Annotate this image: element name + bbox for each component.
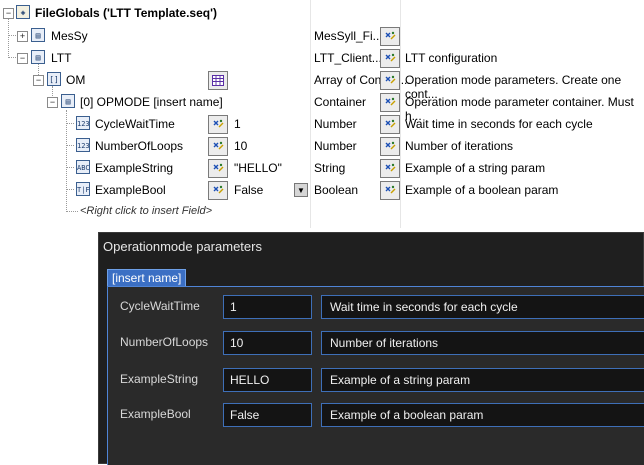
tree-row-examplebool[interactable]: T|F ExampleBool False ▼ Boolean Example … [0, 179, 644, 201]
expression-icon [213, 185, 224, 194]
array-icon: [] [47, 72, 61, 86]
edit-expression-button[interactable] [380, 49, 400, 68]
expression-icon [213, 163, 224, 172]
description-cell: Example of a boolean param [405, 183, 559, 197]
type-cell: Number [314, 139, 357, 153]
edit-expression-button[interactable] [380, 181, 400, 200]
type-cell: Number [314, 117, 357, 131]
description-cell: Wait time in seconds for each cycle [405, 117, 593, 131]
tree-row-numberofloops[interactable]: 123 NumberOfLoops 10 Number Number of it… [0, 135, 644, 157]
insert-field-hint[interactable]: <Right click to insert Field> [80, 205, 212, 217]
tree-item-label: CycleWaitTime [95, 117, 175, 131]
tree-row-om[interactable]: − [] OM Array of Contain... Operation mo… [0, 69, 644, 101]
expression-icon [385, 53, 396, 62]
edit-expression-button[interactable] [380, 71, 400, 90]
file-globals-icon: ◈ [16, 5, 30, 19]
tree-item-label: MesSy [51, 29, 88, 43]
container-icon: ▤ [31, 50, 45, 64]
tree-row-examplestring[interactable]: ABC ExampleString "HELLO" String Example… [0, 157, 644, 179]
value-cell[interactable]: 1 [234, 117, 241, 131]
param-desc-cyclewaittime[interactable]: Wait time in seconds for each cycle [321, 295, 644, 319]
tree-item-label: LTT [51, 51, 72, 65]
boolean-icon: T|F [76, 182, 90, 196]
value-cell[interactable]: False [234, 183, 263, 197]
tree-root-label: FileGlobals ('LTT Template.seq') [35, 6, 217, 20]
tree-item-label: ExampleString [95, 161, 174, 175]
edit-expression-button[interactable] [380, 137, 400, 156]
param-value-examplestring[interactable]: HELLO [223, 368, 312, 392]
value-cell[interactable]: "HELLO" [234, 161, 282, 175]
expression-icon [384, 31, 396, 42]
tree-item-label: [0] OPMODE [insert name] [80, 95, 223, 109]
value-cell[interactable]: 10 [234, 139, 247, 153]
expression-icon [385, 163, 396, 172]
param-label-examplestring: ExampleString [120, 372, 199, 386]
collapse-icon[interactable]: − [3, 8, 14, 19]
variables-tree: − ◈ FileGlobals ('LTT Template.seq') + ▤… [0, 0, 644, 228]
parameters-form: CycleWaitTime 1 Wait time in seconds for… [107, 287, 644, 465]
expression-icon [213, 119, 224, 128]
string-icon: ABC [76, 160, 90, 174]
expression-icon [385, 97, 396, 106]
tree-row-cyclewaittime[interactable]: 123 CycleWaitTime 1 Number Wait time in … [0, 113, 644, 135]
expression-icon [385, 141, 396, 150]
grid-icon [212, 75, 224, 86]
type-cell: LTT_Client... [314, 51, 382, 65]
edit-value-button[interactable] [208, 159, 228, 178]
panel-title: Operationmode parameters [103, 239, 262, 254]
container-icon: ▤ [61, 94, 75, 108]
param-value-numberofloops[interactable]: 10 [223, 331, 312, 355]
collapse-icon[interactable]: − [33, 75, 44, 86]
expression-icon [385, 119, 396, 128]
edit-expression-button[interactable] [380, 93, 400, 112]
array-edit-button[interactable] [208, 71, 228, 90]
container-icon: ▤ [31, 28, 45, 42]
param-desc-examplestring[interactable]: Example of a string param [321, 368, 644, 392]
edit-value-button[interactable] [208, 181, 228, 200]
collapse-icon[interactable]: − [17, 53, 28, 64]
collapse-icon[interactable]: − [47, 97, 58, 108]
operationmode-parameters-panel: Operationmode parameters [insert name] C… [98, 232, 644, 465]
edit-value-button[interactable] [208, 115, 228, 134]
edit-expression-button[interactable] [380, 159, 400, 178]
edit-expression-button[interactable] [380, 115, 400, 134]
number-icon: 123 [76, 116, 90, 130]
dropdown-arrow-icon[interactable]: ▼ [294, 183, 308, 197]
param-desc-numberofloops[interactable]: Number of iterations [321, 331, 644, 355]
type-cell: MesSyll_Fi... [314, 29, 383, 43]
param-label-numberofloops: NumberOfLoops [120, 335, 209, 349]
type-cell: Container [314, 95, 367, 109]
description-cell: Example of a string param [405, 161, 546, 175]
param-label-examplebool: ExampleBool [120, 407, 191, 421]
description-cell: Number of iterations [405, 139, 514, 153]
param-value-cyclewaittime[interactable]: 1 [223, 295, 312, 319]
tree-row-ltt[interactable]: − ▤ LTT LTT_Client... LTT configuration [0, 47, 644, 69]
expression-icon [385, 75, 396, 84]
expression-icon [385, 185, 396, 194]
edit-expression-button[interactable] [380, 27, 400, 46]
edit-value-button[interactable] [208, 137, 228, 156]
number-icon: 123 [76, 138, 90, 152]
type-cell: String [314, 161, 346, 175]
tree-item-label: NumberOfLoops [95, 139, 184, 153]
tree-row-root[interactable]: − ◈ FileGlobals ('LTT Template.seq') [0, 2, 644, 24]
expression-icon [213, 141, 224, 150]
param-desc-examplebool[interactable]: Example of a boolean param [321, 403, 644, 427]
param-label-cyclewaittime: CycleWaitTime [120, 299, 200, 313]
tree-item-label: OM [66, 73, 86, 87]
param-value-examplebool[interactable]: False [223, 403, 312, 427]
tree-row-messy[interactable]: + ▤ MesSy MesSyll_Fi... [0, 25, 644, 47]
expand-icon[interactable]: + [17, 31, 28, 42]
description-cell: LTT configuration [405, 51, 498, 65]
tree-item-label: ExampleBool [95, 183, 166, 197]
tree-row-opmode[interactable]: − ▤ [0] OPMODE [insert name] Container O… [0, 91, 644, 123]
type-cell: Boolean [314, 183, 359, 197]
insert-field-hint-row[interactable]: <Right click to insert Field> [0, 201, 644, 223]
